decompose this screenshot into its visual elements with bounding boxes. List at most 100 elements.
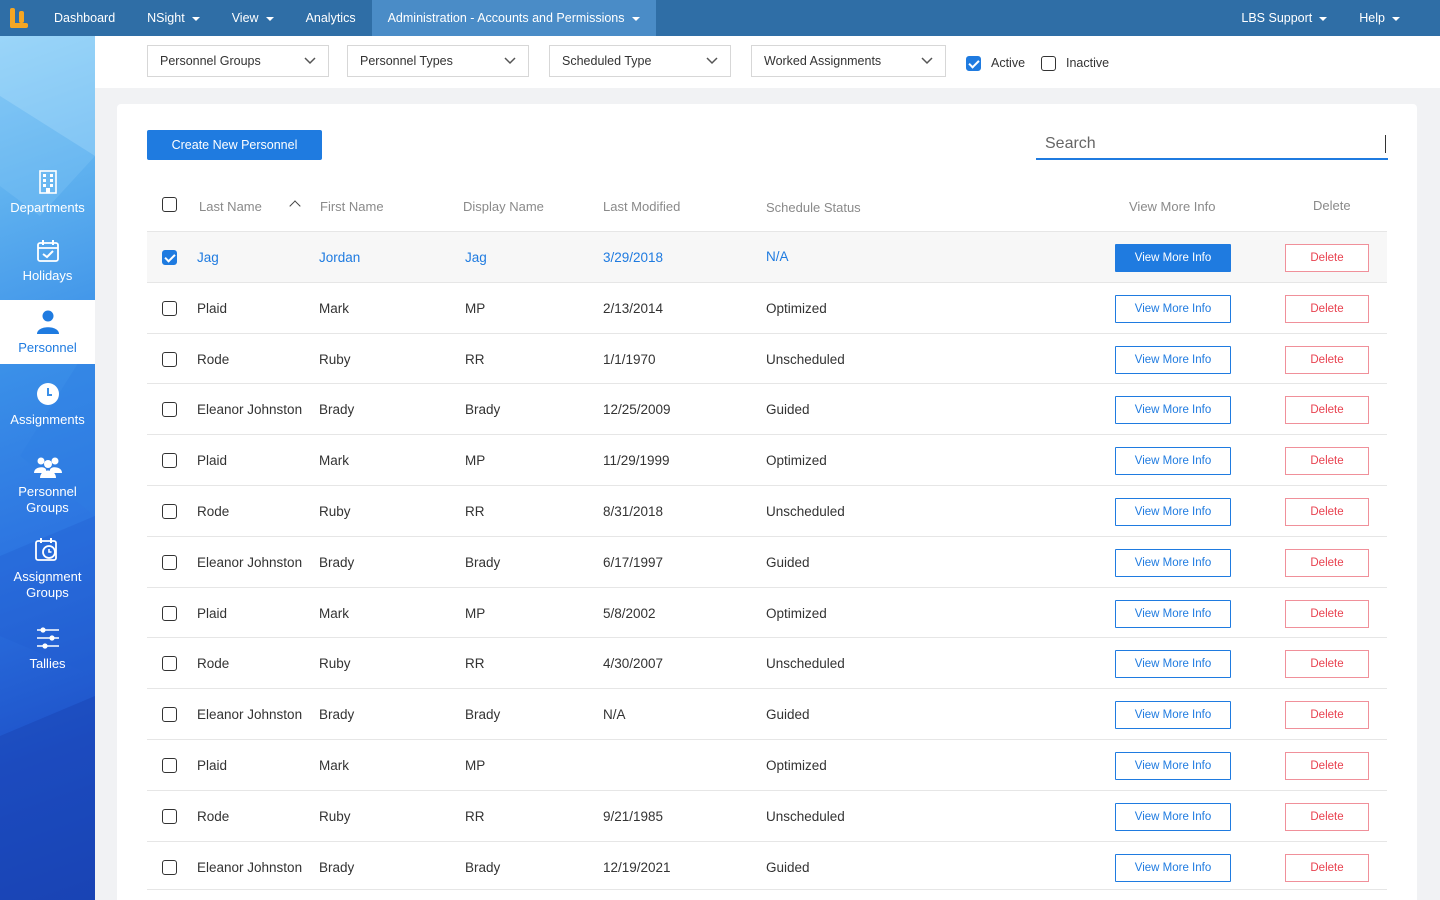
view-more-info-button[interactable]: View More Info [1115, 294, 1231, 323]
delete-button[interactable]: Delete [1285, 701, 1369, 730]
delete-button[interactable]: Delete [1285, 599, 1369, 628]
active-checkbox[interactable] [966, 56, 981, 71]
table-row[interactable]: Rode Ruby RR 1/1/1970 Unscheduled View More I… [147, 332, 1387, 384]
nav-analytics[interactable]: Analytics [290, 0, 372, 36]
table-row[interactable]: Plaid Mark MP 5/8/2002 Optimized View More In… [147, 586, 1387, 638]
cell-last-name: Eleanor Johnston [197, 554, 303, 570]
row-checkbox[interactable] [162, 656, 177, 672]
delete-button[interactable]: Delete [1285, 802, 1369, 831]
sidebar-item-personnel-groups[interactable]: Personnel Groups [0, 456, 95, 516]
view-more-info-button[interactable]: View More Info [1115, 752, 1231, 780]
cell-display-name: RR [465, 808, 485, 824]
nav-view[interactable]: View [216, 0, 290, 36]
select-all-checkbox[interactable] [162, 197, 177, 212]
row-checkbox[interactable] [162, 300, 177, 316]
cell-first-name: Brady [319, 554, 355, 570]
sidebar-item-assignments[interactable]: Assignments [0, 382, 95, 428]
delete-button[interactable]: Delete [1285, 396, 1369, 425]
header-view-more-info: View More Info [1129, 199, 1216, 214]
nav-nsight[interactable]: NSight [131, 0, 216, 36]
cell-first-name: Brady [319, 707, 355, 723]
cell-schedule-status[interactable]: N/A [766, 249, 789, 264]
create-new-personnel-button[interactable]: Create New Personnel [147, 130, 322, 160]
row-checkbox[interactable] [162, 504, 177, 519]
nav-administration[interactable]: Administration - Accounts and Permission… [371, 0, 656, 36]
delete-button[interactable]: Delete [1285, 752, 1369, 780]
delete-button[interactable]: Delete [1285, 244, 1369, 272]
view-more-info-button[interactable]: View More Info [1115, 701, 1231, 730]
cell-first-name[interactable]: Jordan [319, 250, 360, 265]
app-logo-icon[interactable] [0, 0, 38, 36]
view-more-info-button[interactable]: View More Info [1115, 548, 1231, 577]
view-more-info-button[interactable]: View More Info [1115, 447, 1231, 476]
delete-button[interactable]: Delete [1285, 447, 1369, 476]
delete-button[interactable]: Delete [1285, 650, 1369, 679]
text-cursor [1385, 135, 1386, 153]
view-more-info-button[interactable]: View More Info [1115, 498, 1231, 526]
sidebar-item-label: Departments [10, 200, 85, 215]
view-more-info-button[interactable]: View More Info [1115, 599, 1231, 628]
nav-lbs-support[interactable]: LBS Support [1225, 0, 1343, 36]
cell-last-modified[interactable]: 3/29/2018 [603, 250, 663, 265]
header-last-modified[interactable]: Last Modified [603, 199, 680, 214]
header-display-name[interactable]: Display Name [463, 199, 544, 214]
delete-button[interactable]: Delete [1285, 498, 1369, 526]
row-checkbox[interactable] [162, 453, 177, 469]
table-row[interactable]: Plaid Mark MP Optimized View More Info Delete [147, 739, 1387, 790]
row-checkbox[interactable] [162, 250, 177, 265]
cell-first-name: Mark [319, 300, 349, 316]
row-checkbox[interactable] [162, 402, 177, 418]
table-row[interactable]: Eleanor Johnston Brady Brady 6/17/1997 Guide… [147, 535, 1387, 587]
nav-label: NSight [147, 11, 185, 25]
personnel-types-dropdown[interactable]: Personnel Types [347, 45, 529, 77]
cell-schedule-status: Optimized [766, 605, 827, 621]
cell-display-name: RR [465, 351, 485, 367]
sidebar-item-departments[interactable]: Departments [0, 170, 95, 216]
view-more-info-button[interactable]: View More Info [1115, 396, 1231, 425]
delete-button[interactable]: Delete [1285, 548, 1369, 577]
header-last-name[interactable]: Last Name [199, 199, 262, 214]
personnel-groups-dropdown[interactable]: Personnel Groups [147, 45, 329, 77]
sidebar-item-personnel[interactable]: Personnel [0, 300, 95, 364]
sidebar-item-holidays[interactable]: Holidays [0, 240, 95, 284]
view-more-info-button[interactable]: View More Info [1115, 802, 1231, 831]
row-checkbox[interactable] [162, 859, 177, 875]
header-schedule-status[interactable]: Schedule Status [766, 200, 861, 215]
view-more-info-button[interactable]: View More Info [1115, 853, 1231, 882]
header-first-name[interactable]: First Name [320, 199, 384, 214]
nav-dashboard[interactable]: Dashboard [38, 0, 131, 36]
table-row[interactable]: Rode Ruby RR 9/21/1985 Unscheduled View More … [147, 789, 1387, 841]
view-more-info-button[interactable]: View More Info [1115, 345, 1231, 374]
delete-button[interactable]: Delete [1285, 853, 1369, 882]
cell-last-name[interactable]: Jag [197, 250, 219, 265]
table-row[interactable]: Plaid Mark MP 11/29/1999 Optimized View More … [147, 434, 1387, 485]
table-row[interactable]: Rode Ruby RR 4/30/2007 Unscheduled View More … [147, 637, 1387, 688]
row-checkbox[interactable] [162, 707, 177, 723]
table-row[interactable]: Eleanor Johnston Brady Brady 12/25/2009 Guid… [147, 383, 1387, 434]
worked-assignments-dropdown[interactable]: Worked Assignments [751, 45, 946, 77]
sidebar-item-tallies[interactable]: Tallies [0, 626, 95, 672]
row-checkbox[interactable] [162, 758, 177, 773]
scheduled-type-dropdown[interactable]: Scheduled Type [549, 45, 731, 77]
delete-button[interactable]: Delete [1285, 294, 1369, 323]
table-row[interactable]: Plaid Mark MP 2/13/2014 Optimized View More I… [147, 281, 1387, 333]
nav-help[interactable]: Help [1343, 0, 1440, 36]
table-row[interactable]: Jag Jordan Jag 3/29/2018 N/A View More Info De… [147, 231, 1387, 282]
delete-button[interactable]: Delete [1285, 345, 1369, 374]
cell-display-name[interactable]: Jag [465, 250, 487, 265]
search-input[interactable] [1036, 130, 1388, 160]
table-row[interactable]: Eleanor Johnston Brady Brady 12/19/2021 Guid… [147, 840, 1387, 892]
table-row[interactable]: Eleanor Johnston Brady Brady N/A Guided View … [147, 688, 1387, 739]
cell-display-name: Brady [465, 859, 501, 875]
row-checkbox[interactable] [162, 554, 177, 570]
cell-display-name: MP [465, 453, 486, 469]
row-checkbox[interactable] [162, 808, 177, 824]
view-more-info-button[interactable]: View More Info [1115, 244, 1231, 272]
row-checkbox[interactable] [162, 351, 177, 367]
view-more-info-button[interactable]: View More Info [1115, 650, 1231, 679]
inactive-checkbox[interactable] [1041, 56, 1056, 71]
table-row[interactable]: Rode Ruby RR 8/31/2018 Unscheduled View More … [147, 485, 1387, 536]
caret-down-icon [191, 17, 200, 21]
row-checkbox[interactable] [162, 605, 177, 621]
sidebar-item-assignment-groups[interactable]: Assignment Groups [0, 537, 95, 601]
